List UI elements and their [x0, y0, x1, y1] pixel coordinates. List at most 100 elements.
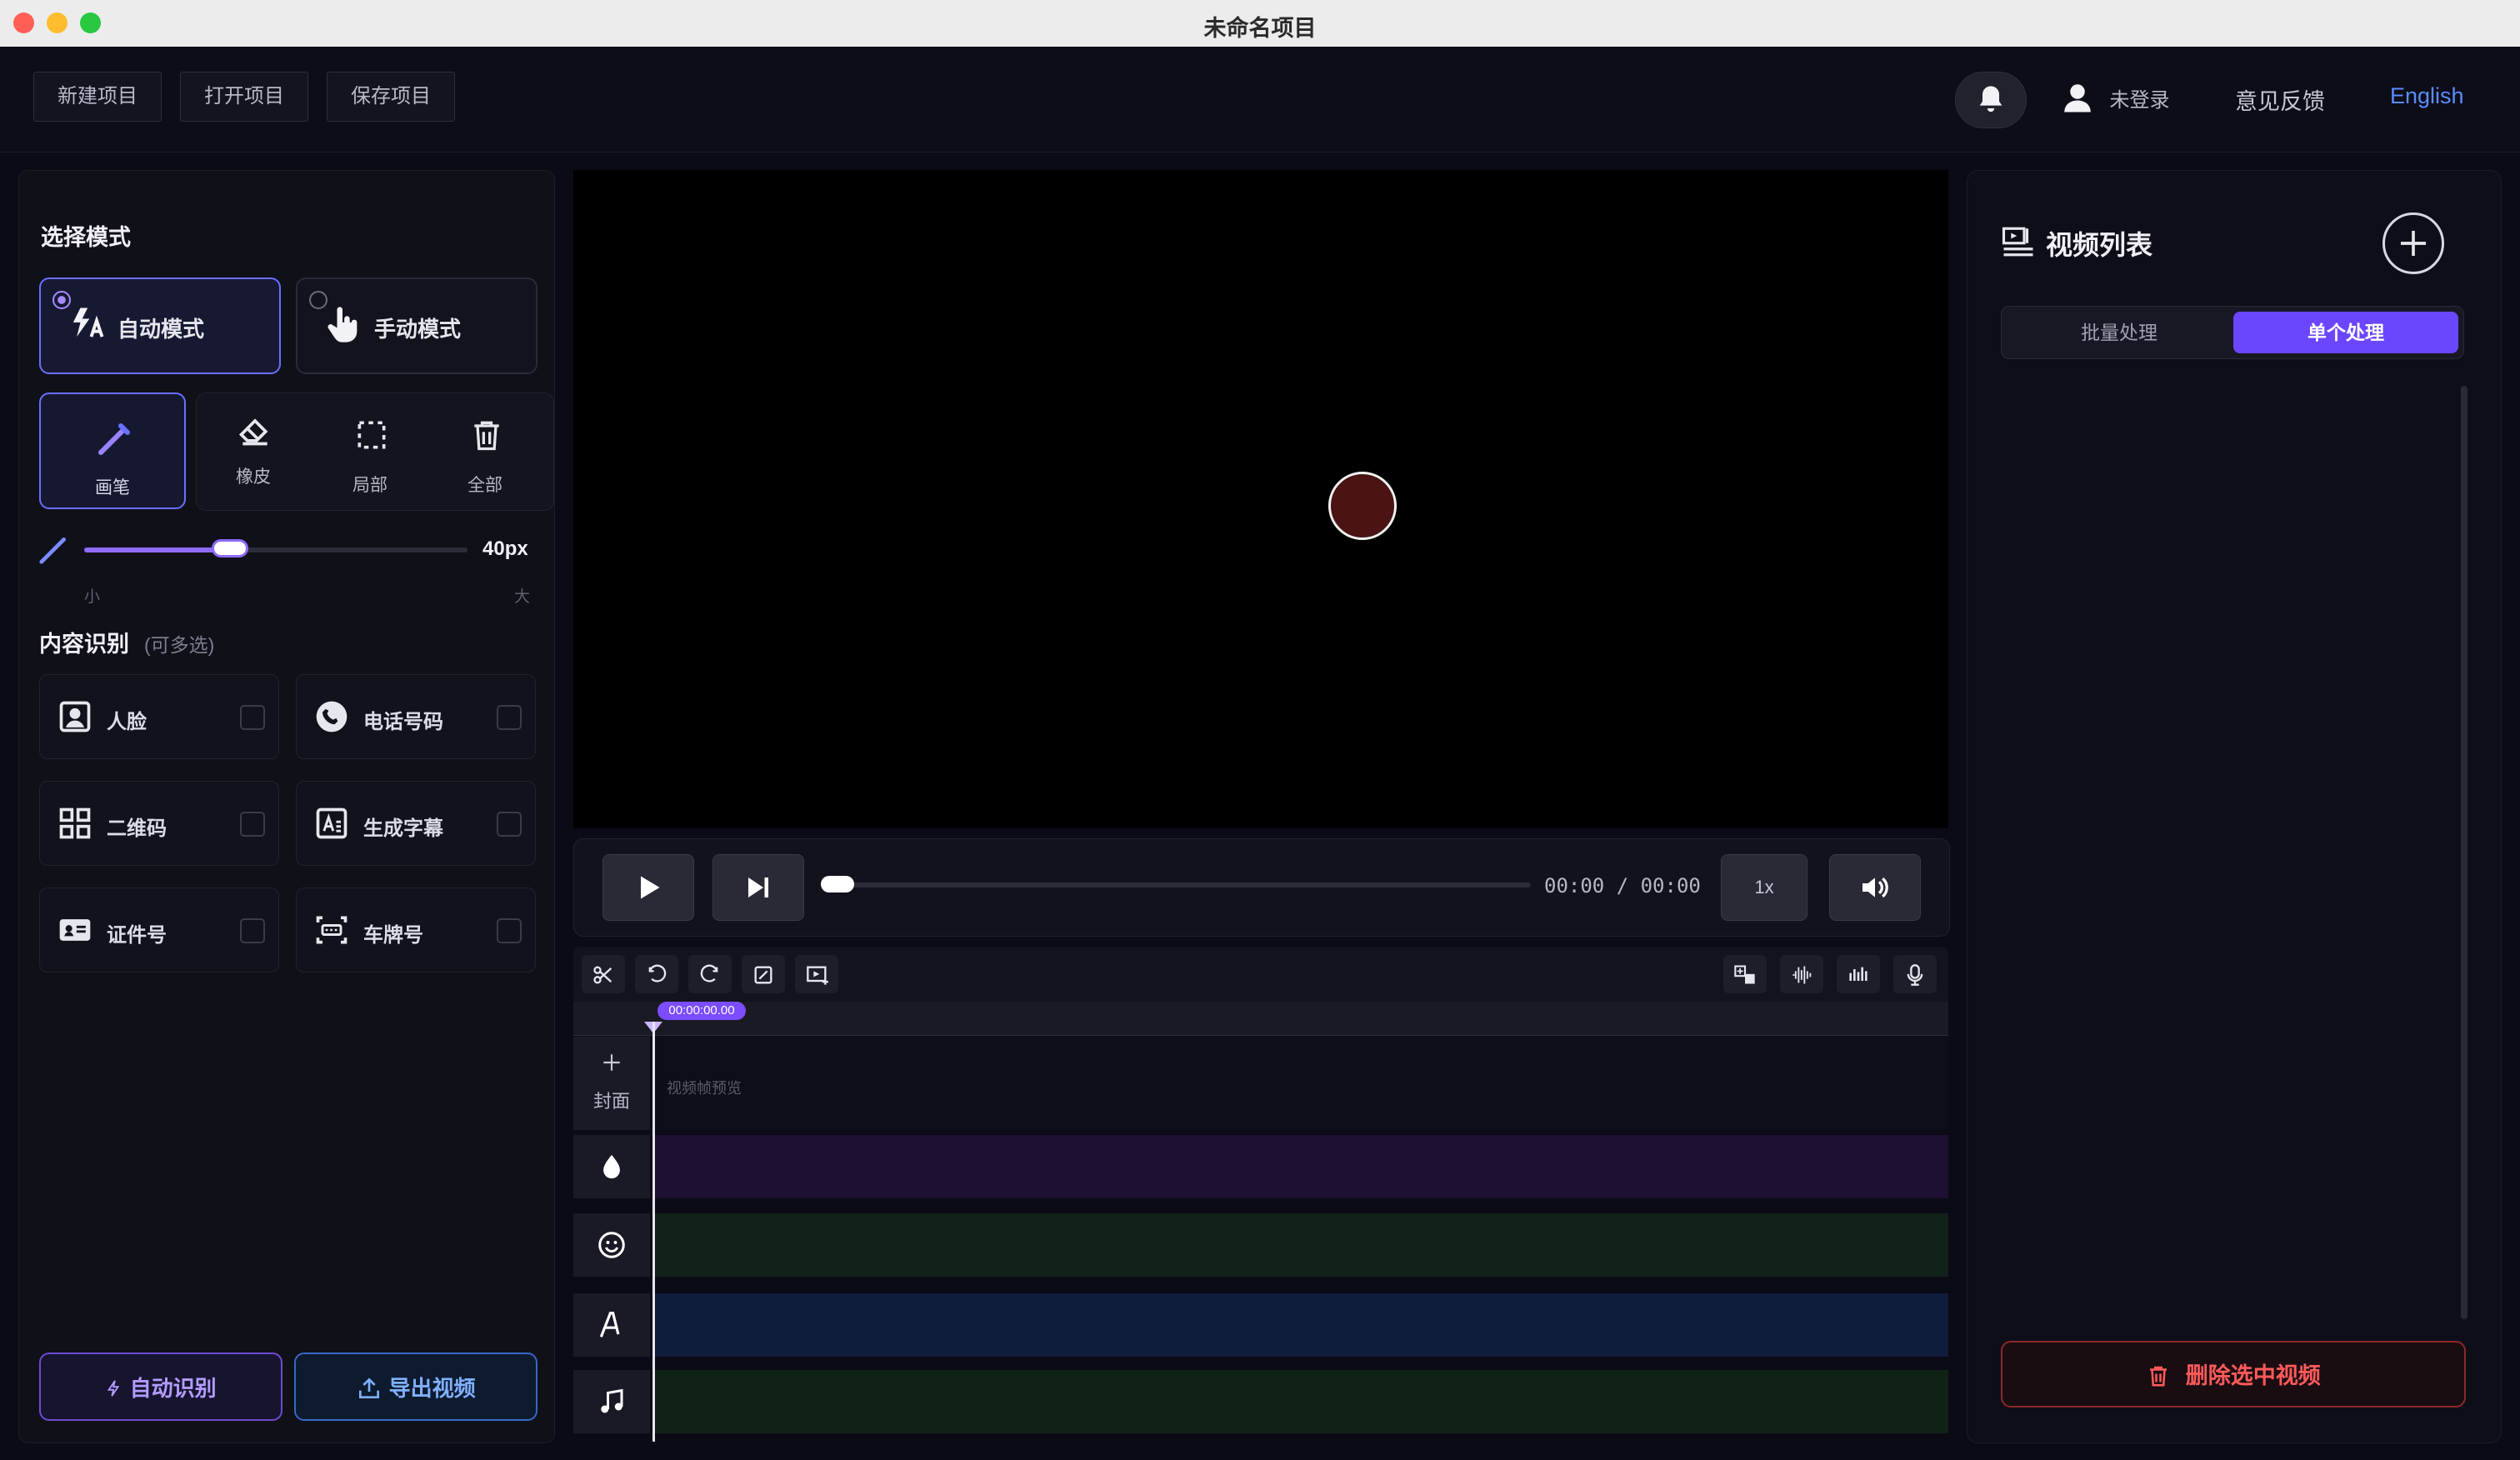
timeline-toolbar [573, 947, 1948, 1002]
add-video-button[interactable] [2382, 212, 2444, 274]
subtitle-option[interactable]: 生成字幕 [296, 781, 536, 866]
auto-mode-card[interactable]: 自动模式 [39, 278, 281, 374]
plus-icon [603, 1054, 620, 1071]
brush-size-fill [84, 548, 230, 552]
batch-processing-tab[interactable]: 批量处理 [2007, 312, 2232, 353]
qrcode-option[interactable]: 二维码 [39, 781, 279, 866]
progress-handle[interactable] [821, 876, 854, 892]
export-video-label: 导出视频 [388, 1376, 476, 1402]
denoise-button[interactable] [1780, 955, 1823, 993]
phone-option[interactable]: 电话号码 [296, 674, 536, 759]
id-number-checkbox[interactable] [240, 918, 265, 943]
save-project-button[interactable]: 保存项目 [327, 72, 455, 122]
brush-size-value: 40px [482, 538, 528, 560]
speed-button[interactable]: 1x [1721, 854, 1808, 921]
hand-pointer-icon [328, 307, 358, 342]
subtitle-checkbox[interactable] [497, 812, 522, 837]
new-project-button[interactable]: 新建项目 [33, 72, 162, 122]
title-bar: 未命名项目 [0, 0, 2520, 48]
plate-option[interactable]: 车牌号 [296, 888, 536, 972]
subtitle-option-label: 生成字幕 [363, 818, 443, 840]
bell-icon [1979, 86, 2002, 112]
translate-icon [1734, 965, 1755, 984]
redo-icon [700, 964, 718, 982]
blur-track-header[interactable] [573, 1135, 650, 1198]
frames-track[interactable] [653, 1037, 1948, 1130]
brush-size-slider[interactable] [84, 539, 468, 558]
cover-label: 封面 [592, 1091, 630, 1112]
clear-all-tool-label: 全部 [468, 476, 502, 495]
feedback-link[interactable]: 意见反馈 [2235, 83, 2325, 116]
user-button[interactable]: 未登录 [2060, 80, 2170, 115]
language-switch[interactable]: English [2390, 83, 2464, 109]
next-frame-button[interactable] [712, 854, 804, 921]
qrcode-checkbox[interactable] [240, 812, 265, 837]
phone-checkbox[interactable] [497, 705, 522, 730]
id-number-option-label: 证件号 [107, 924, 167, 947]
redo-button[interactable] [688, 955, 732, 993]
tool-group: 橡皮 局部 全部 [196, 392, 554, 511]
play-icon [641, 876, 660, 899]
upload-icon [359, 1378, 380, 1399]
open-project-button[interactable]: 打开项目 [180, 72, 308, 122]
notification-button[interactable] [1955, 72, 2027, 128]
volume-button[interactable] [1829, 854, 1921, 921]
eraser-icon [238, 418, 268, 446]
translate-button[interactable] [1723, 955, 1767, 993]
top-toolbar: 新建项目 打开项目 保存项目 未登录 意见反馈 English [0, 47, 2520, 152]
sticker-track-header[interactable] [573, 1213, 650, 1277]
audio-split-button[interactable] [1837, 955, 1880, 993]
undo-button[interactable] [635, 955, 678, 993]
pen-tool[interactable]: 画笔 [39, 392, 186, 509]
clear-all-tool[interactable]: 全部 [428, 393, 542, 510]
volume-icon [1862, 877, 1888, 898]
crop-button[interactable] [742, 955, 785, 993]
brush-size-handle[interactable] [211, 539, 248, 558]
eraser-tool[interactable]: 橡皮 [197, 393, 310, 510]
plate-checkbox[interactable] [497, 918, 522, 943]
video-preview[interactable] [573, 170, 1948, 828]
sticker-track[interactable] [653, 1213, 1948, 1277]
auto-magic-icon [72, 308, 104, 338]
delete-selected-button[interactable]: 删除选中视频 [2001, 1341, 2466, 1408]
voiceover-button[interactable] [1893, 955, 1937, 993]
video-list-scrollbar[interactable] [2461, 386, 2468, 1319]
add-clip-button[interactable] [795, 955, 838, 993]
cut-button[interactable] [582, 955, 625, 993]
single-processing-tab[interactable]: 单个处理 [2233, 312, 2458, 353]
manual-mode-card[interactable]: 手动模式 [296, 278, 538, 374]
app-window: 未命名项目 新建项目 打开项目 保存项目 未登录 意见反馈 English 选择… [0, 0, 2520, 1460]
mode-section-title: 选择模式 [41, 225, 131, 250]
id-number-option[interactable]: 证件号 [39, 888, 279, 972]
partial-tool[interactable]: 局部 [313, 393, 427, 510]
text-track[interactable] [653, 1293, 1948, 1357]
auto-detect-button[interactable]: 自动识别 [39, 1352, 282, 1421]
export-video-button[interactable]: 导出视频 [294, 1352, 538, 1421]
trash-icon [474, 421, 499, 451]
text-track-header[interactable] [573, 1293, 650, 1357]
smiley-icon [598, 1232, 625, 1258]
plus-icon [2401, 231, 2426, 256]
play-button[interactable] [602, 854, 694, 921]
music-track[interactable] [653, 1370, 1948, 1433]
content-section-title: 内容识别 (可多选) [39, 626, 214, 658]
time-display: 00:00 / 00:00 [1544, 874, 1701, 898]
trash-icon [2150, 1366, 2168, 1387]
blur-track[interactable] [653, 1135, 1948, 1198]
face-option[interactable]: 人脸 [39, 674, 279, 759]
cover-track-header[interactable]: 封面 [573, 1037, 650, 1130]
player-controls: 00:00 / 00:00 1x [573, 838, 1950, 937]
auto-mode-label: 自动模式 [118, 317, 205, 342]
delete-selected-label: 删除选中视频 [2185, 1362, 2321, 1388]
progress-bar[interactable] [821, 882, 1531, 888]
plate-option-label: 车牌号 [363, 924, 423, 947]
skip-next-icon [748, 878, 768, 898]
timeline-ruler[interactable] [573, 1002, 1948, 1036]
license-plate-icon [316, 916, 348, 944]
content-subtitle: (可多选) [144, 634, 215, 656]
music-track-header[interactable] [573, 1370, 650, 1433]
left-panel: 选择模式 自动模式 手动模式 画笔 橡皮 局部 全部 40px 小 大 内容识别… [18, 170, 555, 1443]
text-icon [599, 1312, 620, 1338]
brush-cursor-indicator [1328, 472, 1397, 540]
face-checkbox[interactable] [240, 705, 265, 730]
